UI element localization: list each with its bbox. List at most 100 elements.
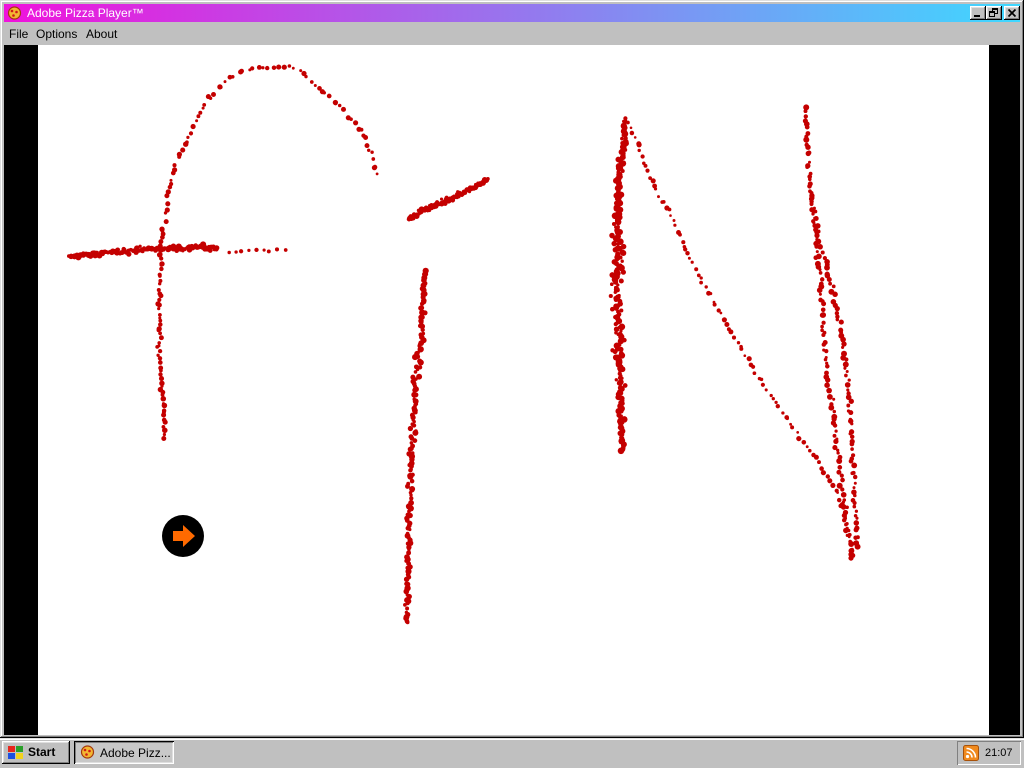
paint-dot bbox=[158, 313, 162, 317]
paint-dot bbox=[256, 65, 262, 70]
menu-options[interactable]: Options bbox=[31, 26, 82, 42]
paint-dot bbox=[283, 248, 288, 252]
paint-dot bbox=[673, 223, 677, 227]
paint-dot bbox=[650, 178, 656, 184]
paint-dot bbox=[657, 195, 660, 199]
paint-dot bbox=[805, 150, 811, 157]
paint-dot bbox=[746, 356, 752, 362]
paint-dot bbox=[180, 147, 186, 153]
paint-dot bbox=[126, 251, 132, 257]
paint-dot bbox=[789, 422, 793, 426]
rss-feed-icon[interactable] bbox=[963, 745, 979, 761]
paint-dot bbox=[824, 264, 830, 271]
paint-dot bbox=[160, 392, 165, 397]
paint-dot bbox=[825, 364, 830, 369]
paint-dot bbox=[827, 389, 832, 393]
paint-dot bbox=[186, 135, 190, 140]
paint-dot bbox=[690, 260, 694, 264]
paint-dot bbox=[640, 154, 645, 159]
paint-dot bbox=[171, 167, 178, 173]
paint-dot bbox=[739, 346, 744, 351]
paint-dot bbox=[612, 247, 618, 253]
paint-dot bbox=[821, 342, 827, 347]
paint-dot bbox=[162, 419, 168, 425]
paint-dot bbox=[834, 305, 840, 312]
paint-dot bbox=[840, 477, 845, 483]
paint-dot bbox=[790, 425, 795, 430]
paint-dot bbox=[841, 500, 845, 504]
paint-dot bbox=[439, 197, 444, 201]
paint-dot bbox=[653, 187, 658, 191]
paint-dot bbox=[804, 124, 810, 130]
paint-dot bbox=[158, 331, 163, 336]
paint-dot bbox=[672, 219, 676, 222]
drawing-canvas[interactable] bbox=[38, 45, 989, 735]
paint-dot bbox=[827, 394, 833, 400]
paint-dot bbox=[751, 364, 756, 369]
paint-dot bbox=[681, 240, 686, 245]
paint-dot bbox=[852, 474, 858, 480]
paint-dot bbox=[403, 576, 410, 582]
paint-dot bbox=[159, 368, 163, 373]
paint-dot bbox=[846, 388, 850, 392]
taskbar-button-pizza-player[interactable]: Adobe Pizz... bbox=[74, 741, 174, 764]
paint-dot bbox=[803, 109, 808, 114]
stroke-i-stem bbox=[403, 267, 429, 625]
stroke-n-diagonal bbox=[625, 120, 856, 558]
paint-dot bbox=[699, 276, 703, 280]
paint-dot bbox=[849, 441, 855, 447]
paint-dot bbox=[188, 131, 194, 136]
paint-dot bbox=[636, 142, 642, 148]
paint-dot bbox=[661, 200, 666, 204]
paint-dot bbox=[685, 250, 690, 256]
paint-dot bbox=[417, 359, 424, 366]
close-button[interactable] bbox=[1004, 6, 1020, 20]
paint-dot bbox=[828, 281, 832, 286]
paint-dot bbox=[637, 148, 641, 153]
paint-dot bbox=[247, 248, 251, 253]
title-bar[interactable]: Adobe Pizza Player™ bbox=[4, 4, 1020, 22]
paint-dot bbox=[617, 447, 625, 455]
pizza-icon[interactable] bbox=[7, 6, 22, 20]
paint-dot bbox=[625, 120, 630, 125]
paint-dot bbox=[271, 65, 277, 70]
paint-dot bbox=[254, 247, 259, 253]
paint-dot bbox=[771, 397, 775, 401]
menu-about[interactable]: About bbox=[81, 26, 122, 42]
paint-dot bbox=[694, 267, 699, 272]
clock[interactable]: 21:07 bbox=[985, 741, 1013, 765]
paint-dot bbox=[309, 80, 314, 84]
paint-dot bbox=[820, 250, 825, 255]
paint-dot bbox=[276, 64, 282, 70]
paint-dot bbox=[155, 345, 160, 349]
next-arrow-button[interactable] bbox=[162, 515, 204, 557]
paint-dot bbox=[353, 120, 359, 126]
paint-dot bbox=[821, 332, 826, 338]
paint-dot bbox=[158, 372, 163, 377]
paint-dot bbox=[815, 250, 819, 254]
paint-dot bbox=[824, 348, 829, 354]
paint-dot bbox=[618, 278, 624, 284]
paint-dot bbox=[825, 377, 831, 383]
paint-dot bbox=[752, 371, 757, 376]
start-button[interactable]: Start bbox=[2, 741, 70, 764]
minimize-button[interactable] bbox=[970, 6, 986, 20]
paint-dot bbox=[818, 268, 822, 272]
paint-dot bbox=[696, 273, 701, 278]
stroke-n-right-outer bbox=[802, 104, 861, 550]
paint-dot bbox=[138, 244, 142, 248]
restore-button[interactable] bbox=[986, 6, 1002, 20]
paint-dot bbox=[261, 66, 265, 70]
paint-dot bbox=[332, 99, 339, 106]
menu-file[interactable]: File bbox=[4, 26, 33, 42]
paint-dot bbox=[281, 64, 287, 70]
paint-dot bbox=[852, 486, 856, 490]
paint-dot bbox=[616, 242, 620, 246]
paint-dot bbox=[409, 478, 415, 484]
stroke-i-dot bbox=[406, 177, 490, 222]
paint-dot bbox=[831, 284, 836, 289]
paint-dot bbox=[190, 123, 196, 130]
paint-dot bbox=[214, 245, 220, 251]
paint-dot bbox=[775, 404, 780, 409]
paint-dot bbox=[412, 388, 417, 393]
